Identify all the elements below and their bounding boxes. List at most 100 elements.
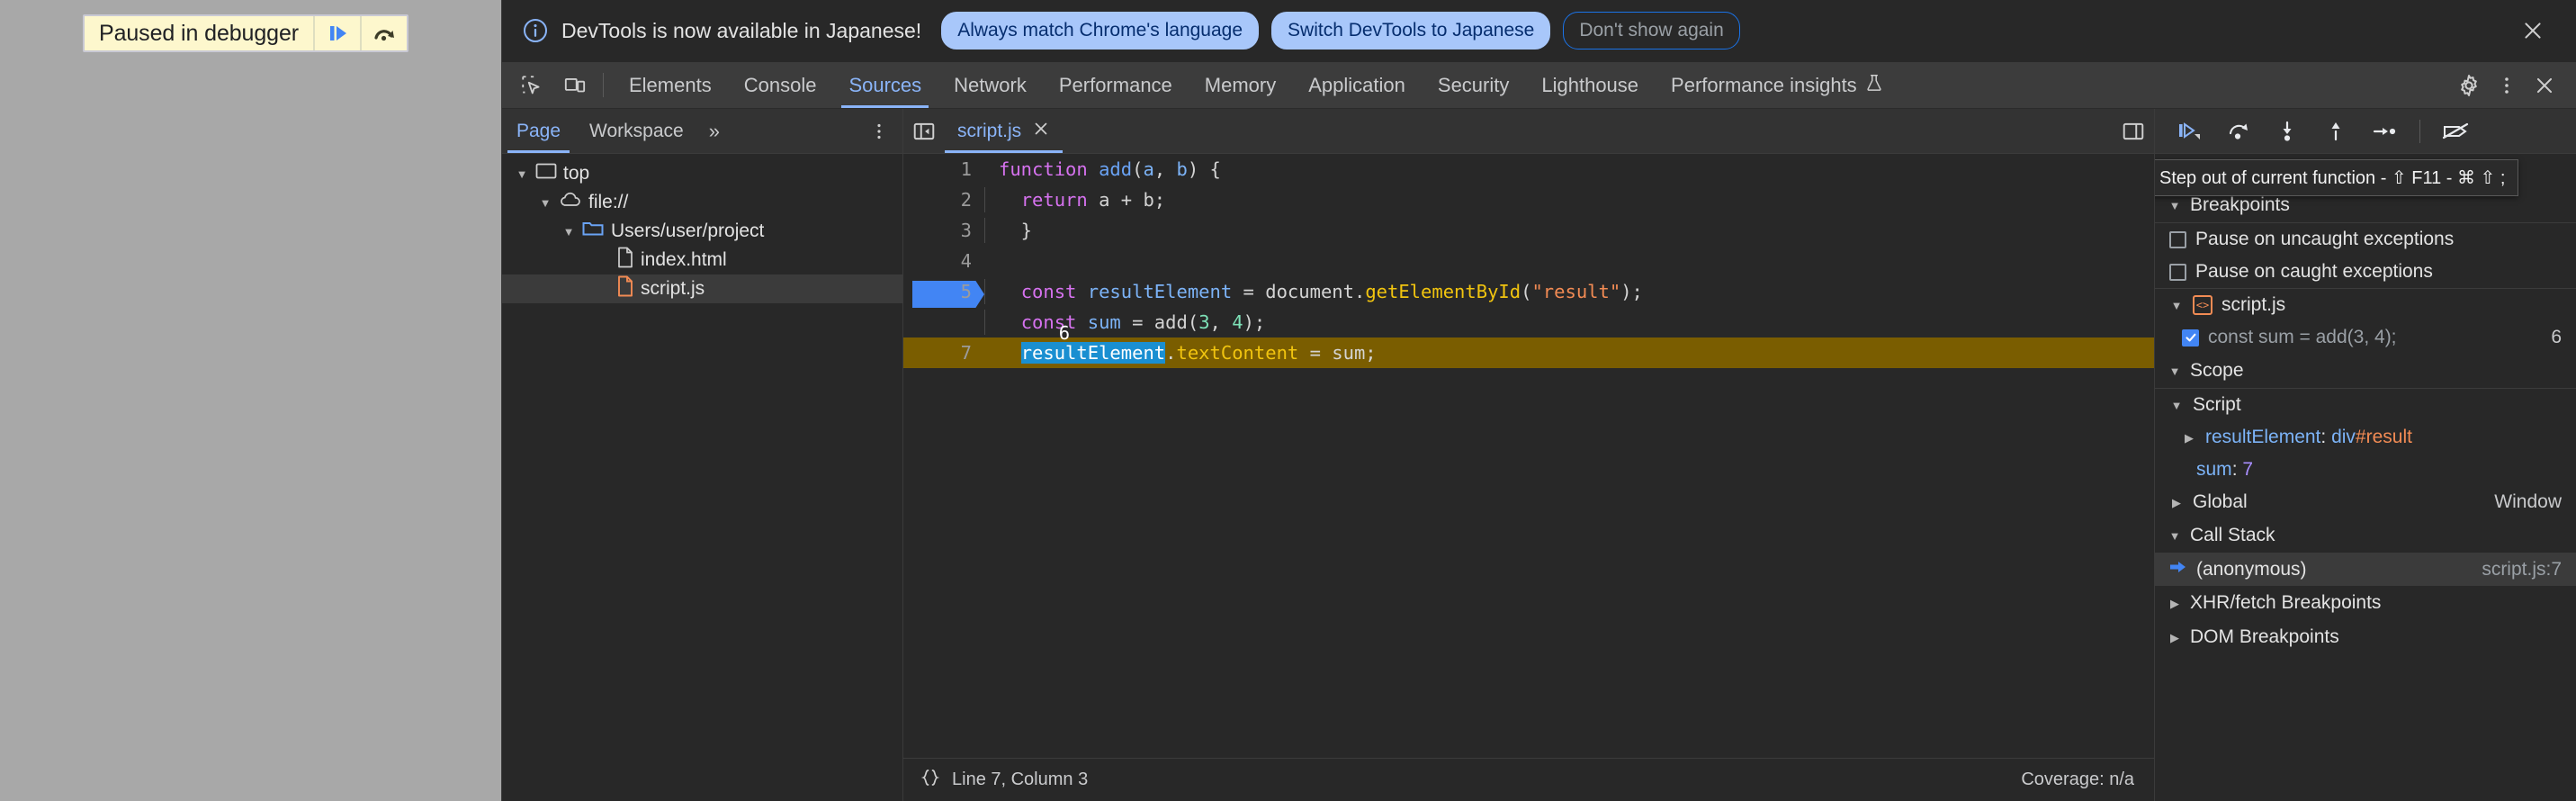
line-number-gutter[interactable]: 4 bbox=[903, 250, 984, 272]
breakpoint-enabled-checkbox[interactable] bbox=[2182, 329, 2199, 346]
scope-var-value: div bbox=[2331, 427, 2356, 447]
chevron-down-icon[interactable]: ▼ bbox=[2169, 400, 2184, 411]
more-tabs-chevron-icon[interactable]: » bbox=[698, 109, 731, 153]
deactivate-breakpoints-button[interactable] bbox=[2440, 116, 2471, 147]
tool-icon-group bbox=[502, 62, 594, 108]
step-over-button[interactable] bbox=[2223, 116, 2254, 147]
chevron-right-icon[interactable]: ▶ bbox=[2182, 432, 2196, 444]
tree-item-script-js[interactable]: ▶ script.js bbox=[502, 274, 902, 303]
tree-item-top[interactable]: ▼ top bbox=[502, 159, 902, 188]
code-line[interactable]: 3 } bbox=[903, 215, 2154, 246]
code-line[interactable]: 1 function add(a, b) { bbox=[903, 154, 2154, 184]
call-stack-section-header[interactable]: ▼ Call Stack bbox=[2155, 518, 2576, 553]
code-line-text: const resultElement = document.getElemen… bbox=[984, 281, 2154, 302]
breakpoint-code-label: const sum = add(3, 4); bbox=[2208, 327, 2397, 348]
inspect-element-icon[interactable] bbox=[513, 67, 551, 104]
line-number: 2 bbox=[961, 189, 972, 211]
tab-performance[interactable]: Performance bbox=[1043, 62, 1189, 108]
line-number-gutter[interactable]: 7 bbox=[903, 342, 984, 364]
info-icon bbox=[522, 17, 549, 44]
tree-item-index-html[interactable]: ▶ index.html bbox=[502, 246, 902, 274]
xhr-fetch-breakpoints-header[interactable]: ▶ XHR/fetch Breakpoints bbox=[2155, 586, 2576, 620]
scope-variable-resultelement[interactable]: ▶ resultElement: div#result bbox=[2155, 421, 2576, 454]
chevron-down-icon[interactable]: ▼ bbox=[538, 197, 552, 209]
code-line[interactable]: 4 bbox=[903, 246, 2154, 276]
tab-application[interactable]: Application bbox=[1292, 62, 1422, 108]
nav-tab-page[interactable]: Page bbox=[502, 109, 575, 153]
tab-security[interactable]: Security bbox=[1422, 62, 1525, 108]
breakpoint-file-label: script.js bbox=[2221, 294, 2285, 316]
tab-lighthouse[interactable]: Lighthouse bbox=[1525, 62, 1655, 108]
editor-tab-script-js[interactable]: script.js bbox=[945, 109, 1063, 153]
resume-script-execution-icon[interactable] bbox=[313, 16, 360, 50]
devtools-tabstrip: Elements Console Sources Network Perform… bbox=[502, 62, 2576, 109]
line-number-gutter[interactable]: 2 bbox=[903, 189, 984, 211]
chevron-right-icon[interactable]: ▶ bbox=[2169, 497, 2184, 508]
tab-elements[interactable]: Elements bbox=[613, 62, 728, 108]
always-match-language-button[interactable]: Always match Chrome's language bbox=[941, 12, 1259, 50]
pretty-print-icon[interactable] bbox=[920, 767, 941, 794]
more-options-icon[interactable] bbox=[856, 109, 902, 153]
tab-label: Lighthouse bbox=[1541, 74, 1638, 97]
tab-label: Network bbox=[954, 74, 1027, 97]
close-icon[interactable] bbox=[2513, 11, 2553, 50]
tab-sources[interactable]: Sources bbox=[832, 62, 938, 108]
code-line-breakpoint[interactable]: 6 const sum = add(3, 4); bbox=[903, 307, 2154, 338]
nav-tab-workspace[interactable]: Workspace bbox=[575, 109, 698, 153]
step-button[interactable] bbox=[2369, 116, 2400, 147]
chevron-right-icon[interactable]: ▶ bbox=[2168, 598, 2182, 609]
gear-icon[interactable] bbox=[2450, 67, 2488, 104]
dont-show-again-button[interactable]: Don't show again bbox=[1563, 12, 1739, 50]
section-label: Scope bbox=[2190, 360, 2244, 382]
show-navigator-panel-icon[interactable] bbox=[903, 109, 945, 153]
chevron-down-icon[interactable]: ▼ bbox=[2168, 200, 2182, 212]
tab-network[interactable]: Network bbox=[938, 62, 1043, 108]
chevron-down-icon[interactable]: ▼ bbox=[2169, 300, 2184, 311]
scope-variable-sum[interactable]: sum: 7 bbox=[2155, 454, 2576, 486]
breakpoint-file-group[interactable]: ▼ <> script.js bbox=[2155, 289, 2576, 321]
toggle-device-toolbar-icon[interactable] bbox=[556, 67, 594, 104]
code-line-executing[interactable]: 7 resultElement.textContent = sum; bbox=[903, 338, 2154, 368]
chevron-right-icon[interactable]: ▶ bbox=[2168, 632, 2182, 644]
line-number: 1 bbox=[961, 158, 972, 180]
nav-tab-label: Workspace bbox=[589, 121, 684, 142]
breakpoint-marker-icon[interactable] bbox=[912, 281, 984, 308]
tab-console[interactable]: Console bbox=[728, 62, 833, 108]
pause-caught-checkbox[interactable] bbox=[2169, 264, 2186, 281]
coverage-label: Coverage: n/a bbox=[2021, 770, 2134, 790]
scope-script-group[interactable]: ▼ Script bbox=[2155, 389, 2576, 421]
call-stack-frame[interactable]: (anonymous) script.js:7 bbox=[2155, 554, 2576, 586]
code-line[interactable]: 5 const resultElement = document.getElem… bbox=[903, 276, 2154, 307]
chevron-down-icon[interactable]: ▼ bbox=[515, 168, 529, 180]
scope-section-header[interactable]: ▼ Scope bbox=[2155, 354, 2576, 388]
section-label: DOM Breakpoints bbox=[2190, 626, 2339, 648]
show-debugger-panel-icon[interactable] bbox=[2122, 109, 2154, 153]
chevron-down-icon[interactable]: ▼ bbox=[561, 226, 576, 238]
pause-uncaught-checkbox[interactable] bbox=[2169, 231, 2186, 248]
tab-memory[interactable]: Memory bbox=[1189, 62, 1292, 108]
tree-item-folder[interactable]: ▼ Users/user/project bbox=[502, 217, 902, 246]
line-number-gutter[interactable]: 1 bbox=[903, 158, 984, 180]
close-tab-icon[interactable] bbox=[1032, 120, 1050, 143]
more-options-icon[interactable] bbox=[2488, 67, 2526, 104]
breakpoint-entry[interactable]: const sum = add(3, 4); 6 bbox=[2155, 321, 2576, 354]
chevron-down-icon[interactable]: ▼ bbox=[2168, 365, 2182, 377]
tab-label: Elements bbox=[629, 74, 712, 97]
tab-performance-insights[interactable]: Performance insights bbox=[1655, 62, 1900, 108]
code-line[interactable]: 2 return a + b; bbox=[903, 184, 2154, 215]
pause-on-uncaught-exceptions-row[interactable]: Pause on uncaught exceptions bbox=[2155, 223, 2576, 256]
resume-script-execution-button[interactable] bbox=[2175, 116, 2205, 147]
code-line-text: resultElement.textContent = sum; bbox=[984, 342, 2154, 364]
step-out-button[interactable] bbox=[2320, 116, 2351, 147]
dom-breakpoints-header[interactable]: ▶ DOM Breakpoints bbox=[2155, 620, 2576, 654]
chevron-down-icon[interactable]: ▼ bbox=[2168, 530, 2182, 542]
pause-on-caught-exceptions-row[interactable]: Pause on caught exceptions bbox=[2155, 256, 2576, 288]
tree-item-file-scheme[interactable]: ▼ file:// bbox=[502, 188, 902, 217]
scope-global-group[interactable]: ▶ Global Window bbox=[2155, 486, 2576, 518]
step-into-button[interactable] bbox=[2272, 116, 2302, 147]
code-editor[interactable]: 1 function add(a, b) { 2 return a + b; 3… bbox=[903, 154, 2154, 758]
close-devtools-icon[interactable] bbox=[2526, 67, 2563, 104]
line-number-gutter[interactable]: 3 bbox=[903, 220, 984, 241]
step-over-next-function-call-icon[interactable] bbox=[360, 16, 407, 50]
switch-to-japanese-button[interactable]: Switch DevTools to Japanese bbox=[1271, 12, 1550, 50]
